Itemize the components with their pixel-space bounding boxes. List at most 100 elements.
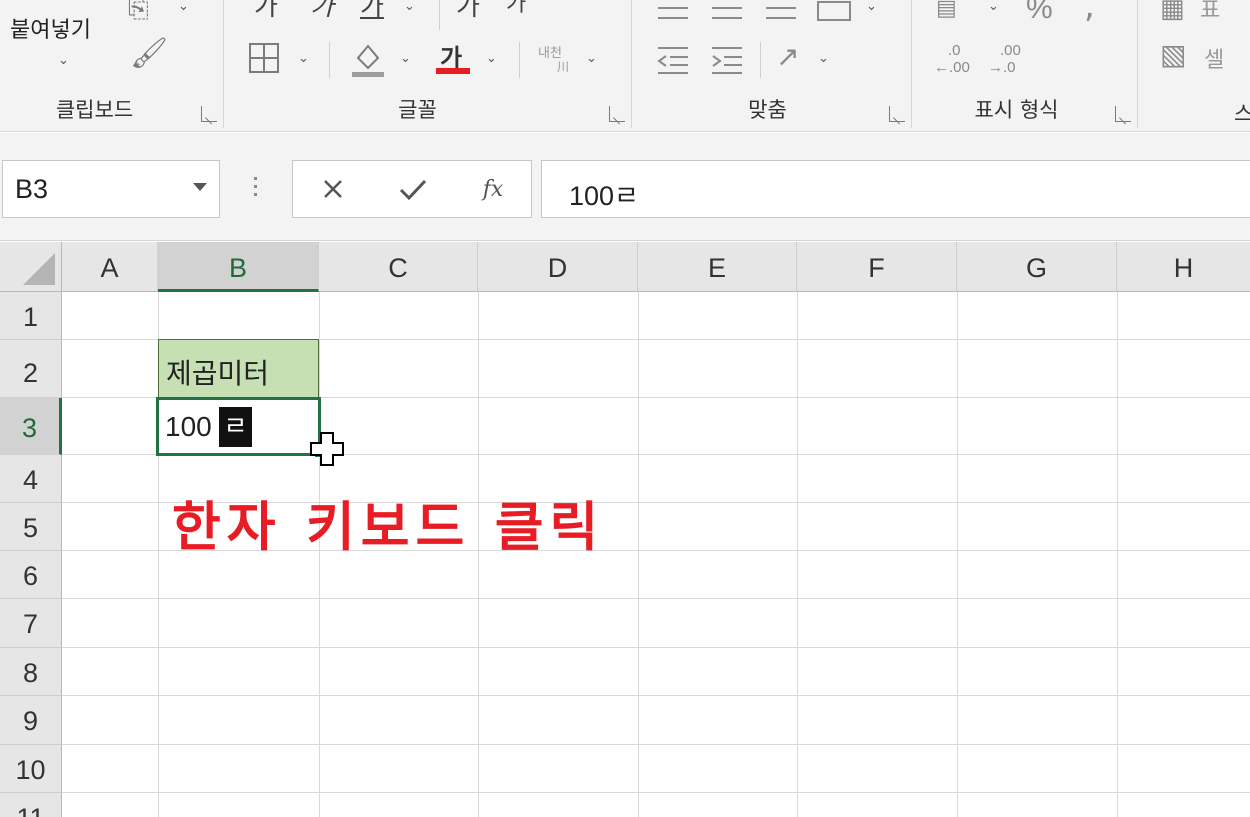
gridline xyxy=(62,647,1250,648)
formula-value: 100ㄹ xyxy=(569,181,639,211)
row-header-10[interactable]: 10 xyxy=(0,745,62,793)
formula-bar-splitter[interactable] xyxy=(254,177,258,201)
copy-dropdown-icon[interactable]: ⌄ xyxy=(178,0,189,14)
alignment-group-label: 맞춤 xyxy=(748,98,787,122)
column-header-f[interactable]: F xyxy=(797,242,957,292)
wrap-text-icon[interactable] xyxy=(816,0,852,24)
paste-button[interactable]: 붙여넣기 ⌄ xyxy=(8,8,118,78)
gridline xyxy=(957,292,958,817)
copy-icon[interactable]: ⎘ xyxy=(128,0,149,25)
row-header-11[interactable]: 11 xyxy=(0,793,62,817)
format-painter-icon[interactable]: 🖌 xyxy=(130,36,168,71)
row-header-3[interactable]: 3 xyxy=(0,398,62,455)
decrease-indent-icon[interactable] xyxy=(656,44,690,76)
italic-icon[interactable]: 가 xyxy=(310,0,334,23)
ime-composing-char: ㄹ xyxy=(219,407,252,447)
cell-b3-value: 100 xyxy=(165,411,212,442)
column-header-g[interactable]: G xyxy=(957,242,1117,292)
paste-dropdown-icon: ⌄ xyxy=(58,52,69,67)
comma-style-icon[interactable]: , xyxy=(1084,0,1095,26)
name-box-value: B3 xyxy=(15,174,49,204)
align-middle-icon[interactable] xyxy=(710,4,744,24)
name-box[interactable]: B3 xyxy=(2,160,220,218)
number-group: ▤ ⌄ % , .0 ←.00 .00 →.0 표시 형식 xyxy=(912,0,1138,128)
select-all-button[interactable] xyxy=(0,242,62,292)
column-header-h[interactable]: H xyxy=(1117,242,1250,292)
row-header-1[interactable]: 1 xyxy=(0,292,62,340)
column-header-d[interactable]: D xyxy=(478,242,638,292)
insert-function-icon[interactable]: fx xyxy=(473,171,513,209)
divider xyxy=(329,42,330,78)
underline-icon[interactable]: 가 xyxy=(360,0,384,23)
font-color-button[interactable]: 가 xyxy=(436,38,472,78)
worksheet-grid[interactable]: A B C D E F G H 1 2 3 4 5 6 7 8 9 10 11 … xyxy=(0,242,1250,817)
row-header-8[interactable]: 8 xyxy=(0,648,62,696)
number-dialog-launcher[interactable] xyxy=(1115,106,1131,122)
font-dialog-launcher[interactable] xyxy=(609,106,625,122)
row-header-9[interactable]: 9 xyxy=(0,696,62,745)
increase-indent-icon[interactable] xyxy=(710,44,744,76)
font-color-dropdown-icon[interactable]: ⌄ xyxy=(486,50,497,66)
align-top-icon[interactable] xyxy=(656,4,690,24)
increase-font-icon[interactable]: 가 xyxy=(456,0,480,23)
row-header-5[interactable]: 5 xyxy=(0,503,62,551)
row-header-7[interactable]: 7 xyxy=(0,599,62,648)
formula-buttons: fx xyxy=(292,160,532,218)
borders-icon[interactable] xyxy=(248,42,280,74)
bold-icon[interactable]: 가 xyxy=(254,0,278,23)
gridline xyxy=(638,292,639,817)
styles-group-label-partial: 스 xyxy=(1234,98,1250,128)
gridline xyxy=(62,792,1250,793)
divider xyxy=(760,42,761,78)
conditional-format-icon[interactable]: ▦ xyxy=(1160,0,1185,24)
row-header-2[interactable]: 2 xyxy=(0,340,62,398)
cancel-icon[interactable] xyxy=(313,171,353,209)
divider xyxy=(519,42,520,78)
row-header-6[interactable]: 6 xyxy=(0,551,62,599)
decrease-decimal-icon[interactable]: .00 →.0 xyxy=(988,42,1028,78)
fill-color-dropdown-icon[interactable]: ⌄ xyxy=(400,50,411,66)
clipboard-group-label: 클립보드 xyxy=(55,98,134,122)
styles-group: ▦ 표 ▧ 셀 스 xyxy=(1138,0,1250,128)
increase-decimal-icon[interactable]: .0 ←.00 xyxy=(934,42,974,78)
number-group-label: 표시 형식 xyxy=(974,98,1059,122)
column-header-b[interactable]: B xyxy=(158,242,319,292)
accounting-dropdown-icon[interactable]: ⌄ xyxy=(988,0,999,14)
phonetic-sub-icon: 川 xyxy=(557,60,570,74)
merge-dropdown-icon[interactable]: ⌄ xyxy=(866,0,877,14)
fill-color-icon[interactable] xyxy=(350,40,386,78)
borders-dropdown-icon[interactable]: ⌄ xyxy=(298,50,309,66)
formula-bar: B3 fx 100ㄹ xyxy=(0,133,1250,241)
name-box-dropdown-icon[interactable] xyxy=(193,183,207,191)
column-header-a[interactable]: A xyxy=(62,242,158,292)
phonetic-dropdown-icon[interactable]: ⌄ xyxy=(586,50,597,66)
percent-style-icon[interactable]: % xyxy=(1026,0,1053,26)
gridline xyxy=(797,292,798,817)
formula-input[interactable]: 100ㄹ xyxy=(541,160,1250,218)
underline-dropdown-icon[interactable]: ⌄ xyxy=(404,0,415,14)
cell-b2-value: 제곱미터 xyxy=(166,357,270,390)
format-table-icon[interactable]: 표 xyxy=(1200,0,1220,24)
divider xyxy=(439,0,440,30)
align-bottom-icon[interactable] xyxy=(764,4,798,24)
accounting-format-icon[interactable]: ▤ xyxy=(936,0,957,21)
orientation-icon[interactable]: ↗ xyxy=(776,40,799,73)
gridline xyxy=(1117,292,1118,817)
font-group-label: 글꼴 xyxy=(398,98,437,122)
clipboard-group: 붙여넣기 ⌄ ⎘ ⌄ 🖌 클립보드 xyxy=(0,0,224,128)
column-header-e[interactable]: E xyxy=(638,242,797,292)
font-color-swatch xyxy=(436,68,470,74)
active-cell-b3[interactable]: 100 ㄹ xyxy=(156,397,321,456)
orientation-dropdown-icon[interactable]: ⌄ xyxy=(818,50,829,66)
column-header-c[interactable]: C xyxy=(319,242,478,292)
enter-icon[interactable] xyxy=(393,171,433,209)
gridline xyxy=(62,744,1250,745)
decrease-font-icon[interactable]: 가 xyxy=(506,0,526,18)
alignment-group: ⌄ ↗ ⌄ 맞춤 xyxy=(632,0,912,128)
cell-b2[interactable]: 제곱미터 xyxy=(158,339,319,398)
fx-label: fx xyxy=(482,177,504,202)
cell-styles-icon[interactable]: ▧ xyxy=(1160,38,1186,71)
annotation-text: 한자 키보드 클릭 xyxy=(172,497,605,558)
row-header-4[interactable]: 4 xyxy=(0,455,62,503)
cell-styles-label[interactable]: 셀 xyxy=(1204,42,1224,74)
